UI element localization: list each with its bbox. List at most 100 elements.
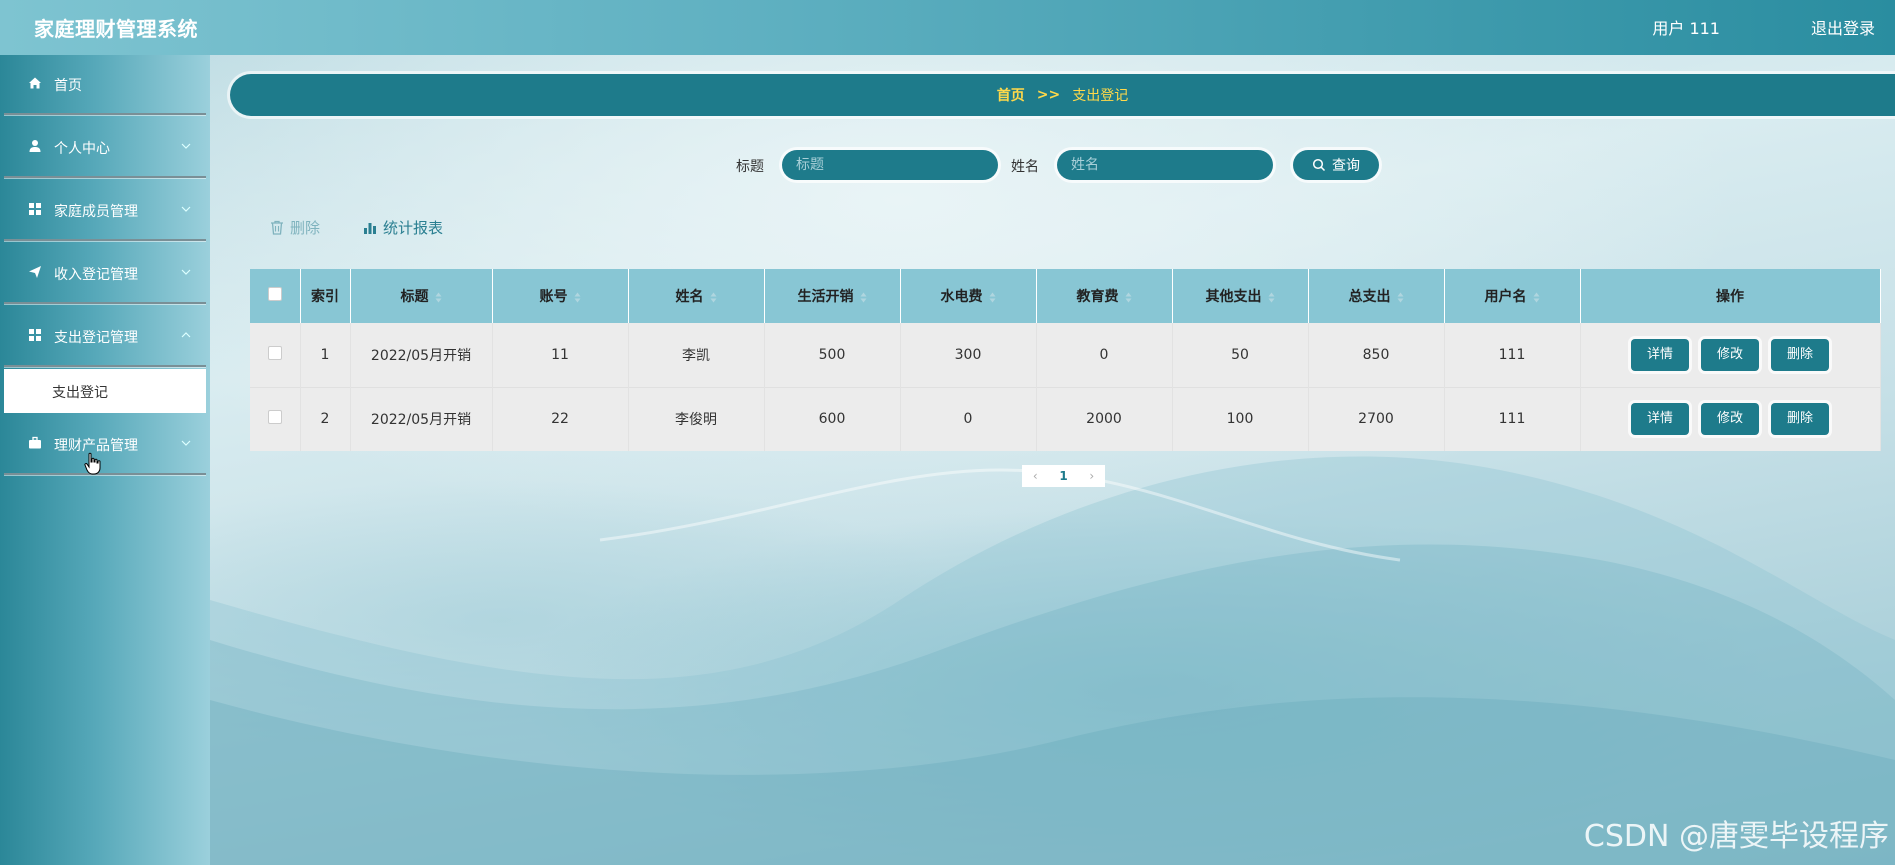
detail-button[interactable]: 详情	[1631, 338, 1689, 371]
page-number[interactable]: 1	[1059, 469, 1067, 483]
column-header: 操作	[1580, 269, 1881, 323]
table-row: 1 2022/05月开销 11 李凯 500 300 0 50 850 111 …	[250, 323, 1881, 387]
report-label: 统计报表	[383, 219, 444, 237]
expense-table: 索引 标题 账号 姓名 生活开销 水电费 教育费 其他支出 总支出 用户名 操作…	[250, 269, 1881, 451]
top-header: 家庭理财管理系统 用户 111 退出登录	[0, 0, 1895, 55]
sidebar: 首页 个人中心 家庭成员管理 收入登记管理 支出登记管理 支出登记 理财产品管理	[0, 55, 210, 865]
batch-delete-button[interactable]: 删除	[270, 217, 320, 238]
cell-other: 100	[1172, 387, 1309, 451]
watermark: CSDN @唐雯毕设程序	[1583, 819, 1889, 854]
table-row: 2 2022/05月开销 22 李俊明 600 0 2000 100 2700 …	[250, 387, 1881, 451]
cell-living-cost: 500	[764, 323, 901, 387]
sidebar-item-home[interactable]: 首页	[4, 55, 206, 115]
chevron-down-icon	[181, 143, 191, 149]
chevron-up-icon	[181, 332, 191, 338]
breadcrumb-current: 支出登记	[1072, 88, 1129, 104]
column-header[interactable]: 水电费	[900, 269, 1037, 323]
sidebar-item-label: 收入登记管理	[54, 267, 138, 283]
app-title: 家庭理财管理系统	[34, 17, 198, 41]
select-all-checkbox[interactable]	[267, 287, 282, 301]
cell-index: 1	[300, 323, 351, 387]
sort-icon[interactable]	[989, 292, 996, 303]
name-search-input[interactable]	[1057, 150, 1273, 180]
cell-actions: 详情 修改 删除	[1580, 387, 1881, 451]
cell-living-cost: 600	[764, 387, 901, 451]
delete-button[interactable]: 删除	[1771, 338, 1829, 371]
delete-button[interactable]: 删除	[1771, 403, 1829, 436]
home-icon	[29, 77, 41, 89]
sort-icon[interactable]	[574, 292, 581, 303]
cell-name: 李凯	[628, 323, 765, 387]
send-icon	[29, 266, 41, 278]
column-header[interactable]: 教育费	[1036, 269, 1173, 323]
grid-icon	[29, 329, 41, 341]
query-button-label: 查询	[1332, 158, 1360, 174]
sort-icon[interactable]	[435, 292, 442, 303]
table-header-row: 索引 标题 账号 姓名 生活开销 水电费 教育费 其他支出 总支出 用户名 操作	[250, 269, 1881, 323]
sidebar-item-family-members[interactable]: 家庭成员管理	[4, 181, 206, 241]
sidebar-item-products[interactable]: 理财产品管理	[4, 415, 206, 475]
sidebar-subitem-expense-register[interactable]: 支出登记	[4, 369, 206, 413]
chevron-down-icon	[181, 269, 191, 275]
column-header: 索引	[300, 269, 351, 323]
sort-icon[interactable]	[1397, 292, 1404, 303]
trash-icon	[271, 220, 283, 235]
cell-account: 11	[492, 323, 629, 387]
user-icon	[29, 140, 41, 152]
sort-icon[interactable]	[1533, 292, 1540, 303]
breadcrumb-home[interactable]: 首页	[997, 85, 1025, 105]
sidebar-item-personal-center[interactable]: 个人中心	[4, 118, 206, 178]
next-page-icon[interactable]: ›	[1089, 469, 1094, 483]
title-search-label: 标题	[736, 159, 764, 175]
column-header[interactable]: 用户名	[1444, 269, 1581, 323]
column-header[interactable]: 其他支出	[1172, 269, 1309, 323]
column-header[interactable]: 标题	[350, 269, 493, 323]
pagination: ‹ 1 ›	[1022, 465, 1105, 487]
hand-cursor-icon	[84, 452, 101, 475]
sort-icon[interactable]	[710, 292, 717, 303]
column-header[interactable]: 生活开销	[764, 269, 901, 323]
edit-button[interactable]: 修改	[1701, 338, 1759, 371]
cell-index: 2	[300, 387, 351, 451]
column-header[interactable]: 总支出	[1308, 269, 1445, 323]
breadcrumb-separator: >>	[1036, 87, 1061, 103]
sort-icon[interactable]	[1125, 292, 1132, 303]
cell-title: 2022/05月开销	[350, 387, 493, 451]
sidebar-item-label: 个人中心	[54, 141, 110, 157]
sidebar-item-label: 支出登记管理	[54, 330, 138, 346]
search-icon	[1312, 158, 1326, 172]
cell-education: 2000	[1036, 387, 1173, 451]
cell-total: 850	[1308, 323, 1445, 387]
logout-link[interactable]: 退出登录	[1811, 15, 1875, 39]
cell-username: 111	[1444, 387, 1581, 451]
prev-page-icon[interactable]: ‹	[1033, 469, 1038, 483]
bar-chart-icon	[364, 222, 376, 234]
sidebar-item-expense[interactable]: 支出登记管理	[4, 307, 206, 367]
report-button[interactable]: 统计报表	[363, 217, 443, 238]
query-button[interactable]: 查询	[1293, 150, 1379, 180]
grid-icon	[29, 203, 41, 215]
edit-button[interactable]: 修改	[1701, 403, 1759, 436]
cell-actions: 详情 修改 删除	[1580, 323, 1881, 387]
column-header[interactable]: 账号	[492, 269, 629, 323]
name-search-label: 姓名	[1011, 159, 1039, 175]
sidebar-subitem-label: 支出登记	[52, 385, 108, 401]
select-all-cell	[250, 269, 301, 323]
title-search-input[interactable]	[782, 150, 998, 180]
detail-button[interactable]: 详情	[1631, 403, 1689, 436]
sort-icon[interactable]	[1268, 292, 1275, 303]
column-header[interactable]: 姓名	[628, 269, 765, 323]
row-checkbox[interactable]	[267, 410, 282, 425]
cell-account: 22	[492, 387, 629, 451]
cell-other: 50	[1172, 323, 1309, 387]
cell-name: 李俊明	[628, 387, 765, 451]
cell-total: 2700	[1308, 387, 1445, 451]
cell-utilities: 0	[900, 387, 1037, 451]
row-checkbox[interactable]	[267, 345, 282, 360]
batch-delete-label: 删除	[290, 219, 321, 237]
breadcrumb: 首页 >> 支出登记	[230, 74, 1895, 116]
cell-title: 2022/05月开销	[350, 323, 493, 387]
sort-icon[interactable]	[860, 292, 867, 303]
sidebar-item-label: 家庭成员管理	[54, 204, 138, 220]
sidebar-item-income[interactable]: 收入登记管理	[4, 244, 206, 304]
